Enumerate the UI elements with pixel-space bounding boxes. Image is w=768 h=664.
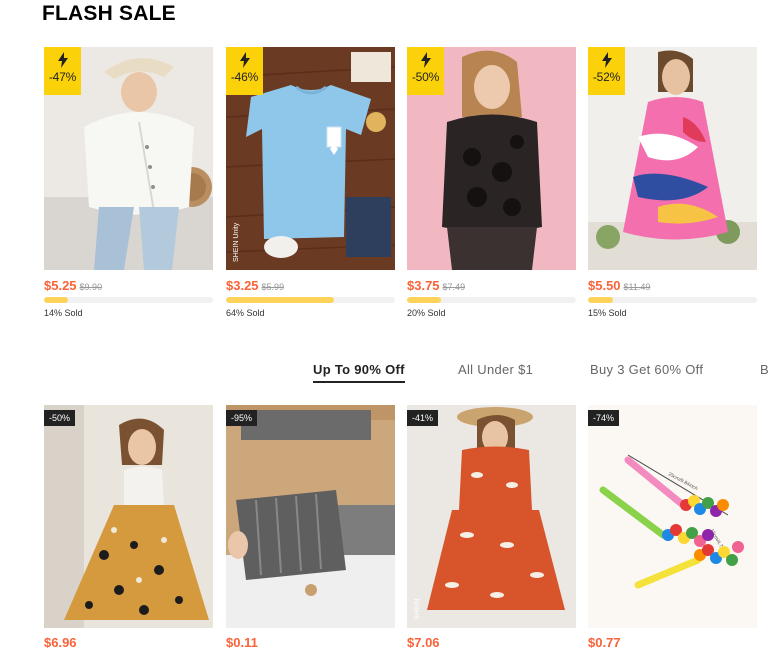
sold-progress-bar <box>226 297 395 303</box>
product-photo <box>44 405 213 628</box>
lightning-icon <box>57 52 68 68</box>
discount-label: -46% <box>230 70 259 84</box>
original-price: $11.49 <box>623 282 651 292</box>
discount-badge: -41% <box>407 410 439 426</box>
tab-up-to-90-off[interactable]: Up To 90% Off <box>313 362 405 383</box>
original-price: $9.90 <box>79 282 103 292</box>
page-title: FLASH SALE <box>42 2 176 25</box>
flash-product-card[interactable]: -50% $3.75 $7.49 20% Sold <box>407 47 576 318</box>
discount-badge: -50% <box>44 410 76 426</box>
discount-badge: -74% <box>588 410 620 426</box>
sale-price: $3.25 <box>226 278 259 293</box>
sold-label: 14% Sold <box>44 308 83 318</box>
product-image[interactable]: -95% <box>226 405 395 628</box>
sale-price: $7.06 <box>407 635 440 650</box>
product-card[interactable]: -95% $0.11 <box>226 405 395 650</box>
product-photo <box>226 405 395 628</box>
flash-product-card[interactable]: -47% $5.25 $9.90 14% Sold <box>44 47 213 318</box>
lightning-icon <box>601 52 612 68</box>
print-text: SHEIN Unity <box>233 222 240 262</box>
sold-progress-bar <box>588 297 757 303</box>
sale-price: $5.50 <box>588 278 621 293</box>
discount-label: -50% <box>411 70 440 84</box>
tab-all-under-1[interactable]: All Under $1 <box>458 362 533 377</box>
category-tabs: Up To 90% Off All Under $1 Buy 3 Get 60%… <box>0 362 768 384</box>
product-photo: 25cm/9.84inch 12cm/4.72inch <box>588 405 757 628</box>
sale-price: $3.75 <box>407 278 440 293</box>
discount-badge: -47% <box>44 47 81 95</box>
discount-label: -52% <box>592 70 621 84</box>
sold-progress-bar <box>407 297 576 303</box>
original-price: $5.99 <box>261 282 285 292</box>
sale-price: $0.11 <box>226 635 258 650</box>
lightning-icon <box>239 52 250 68</box>
product-image[interactable]: -47% <box>44 47 213 270</box>
discount-label: -47% <box>48 70 77 84</box>
sold-progress-bar <box>44 297 213 303</box>
tab-buy-3-get-60-off[interactable]: Buy 3 Get 60% Off <box>590 362 703 377</box>
product-card[interactable]: -50% $6.96 <box>44 405 213 650</box>
product-image[interactable]: SHEIN Unity -46% <box>226 47 395 270</box>
original-price: $7.49 <box>442 282 466 292</box>
tab-truncated[interactable]: B <box>760 362 768 377</box>
product-image[interactable]: -50% <box>44 405 213 628</box>
sold-label: 20% Sold <box>407 308 446 318</box>
product-card[interactable]: 25cm/9.84inch 12cm/4.72inch -74% $0.77 <box>588 405 757 650</box>
sale-price: $6.96 <box>44 635 77 650</box>
product-card[interactable]: SHEIN -41% $7.06 <box>407 405 576 650</box>
product-image[interactable]: -50% <box>407 47 576 270</box>
discount-badge: -50% <box>407 47 444 95</box>
flash-product-card[interactable]: SHEIN Unity -46% $3.25 $5.99 64% Sold <box>226 47 395 318</box>
product-image[interactable]: SHEIN -41% <box>407 405 576 628</box>
product-image[interactable]: 25cm/9.84inch 12cm/4.72inch -74% <box>588 405 757 628</box>
product-image[interactable]: -52% <box>588 47 757 270</box>
sale-price: $0.77 <box>588 635 621 650</box>
flash-product-card[interactable]: -52% $5.50 $11.49 15% Sold <box>588 47 757 318</box>
discount-badge: -95% <box>226 410 258 426</box>
lightning-icon <box>420 52 431 68</box>
discount-badge: -52% <box>588 47 625 95</box>
sold-label: 64% Sold <box>226 308 265 318</box>
sale-price: $5.25 <box>44 278 77 293</box>
sold-label: 15% Sold <box>588 308 627 318</box>
print-text: SHEIN <box>414 599 421 620</box>
discount-badge: -46% <box>226 47 263 95</box>
product-photo: SHEIN <box>407 405 576 628</box>
